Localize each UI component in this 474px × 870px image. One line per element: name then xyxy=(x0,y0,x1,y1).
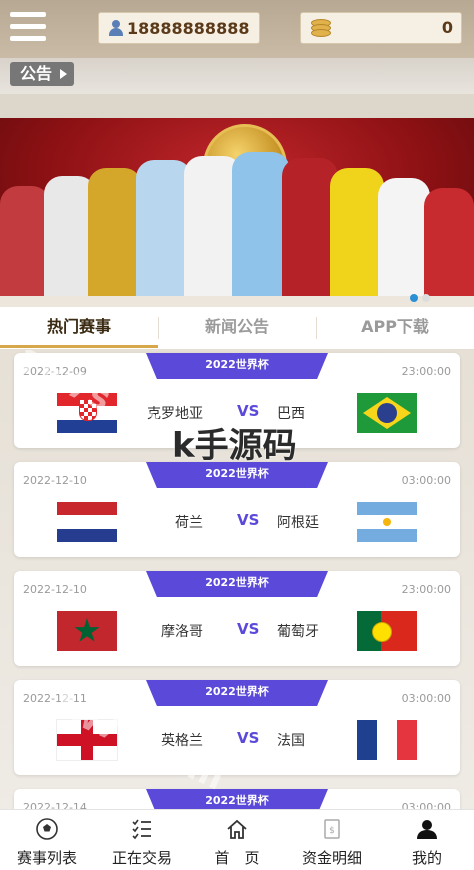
banner-player-image xyxy=(424,188,474,296)
balance-box[interactable]: 0 xyxy=(300,12,462,44)
banner-player-image xyxy=(378,178,430,296)
league-badge: 2022世界杯 xyxy=(146,789,328,809)
user-icon xyxy=(109,20,123,36)
vs-label: VS xyxy=(237,729,260,747)
menu-icon[interactable] xyxy=(10,12,46,42)
france-flag-icon xyxy=(357,720,417,760)
match-card[interactable]: 2022世界杯 2022-12-14 03:00:00 xyxy=(14,789,460,809)
morocco-flag-icon xyxy=(57,611,117,651)
away-team: 葡萄牙 xyxy=(277,624,319,640)
list-check-icon xyxy=(132,819,151,840)
notice-marquee xyxy=(0,94,474,118)
nav-label: 首 页 xyxy=(214,849,260,867)
match-time: 23:00:00 xyxy=(401,583,451,596)
tab-news[interactable]: 新闻公告 xyxy=(158,307,316,347)
league-badge: 2022世界杯 xyxy=(146,571,328,597)
notice-bar: 公告 xyxy=(0,58,474,94)
nav-trading[interactable]: 正在交易 xyxy=(95,810,189,870)
netherlands-flag-icon xyxy=(57,502,117,542)
league-badge: 2022世界杯 xyxy=(146,353,328,379)
argentina-flag-icon xyxy=(357,502,417,542)
brazil-flag-icon xyxy=(357,393,417,433)
vs-label: VS xyxy=(237,511,260,529)
match-date: 2022-12-14 xyxy=(23,801,87,809)
match-card[interactable]: 2022世界杯 2022-12-10 23:00:00 摩洛哥 VS 葡萄牙 xyxy=(14,571,460,666)
carousel-indicator[interactable] xyxy=(410,287,434,306)
banner-player-image xyxy=(88,168,142,296)
match-time: 03:00:00 xyxy=(401,692,451,705)
balance-value: 0 xyxy=(441,18,453,37)
home-team: 荷兰 xyxy=(175,515,203,531)
nav-label: 正在交易 xyxy=(111,849,172,867)
nav-mine[interactable]: 我的 xyxy=(380,810,474,870)
tab-bar: 热门赛事 新闻公告 APP下载 xyxy=(0,307,474,350)
nav-home[interactable]: 首 页 xyxy=(190,810,284,870)
tab-app-download[interactable]: APP下载 xyxy=(316,307,474,347)
nav-fund-details[interactable]: $ 资金明细 xyxy=(285,810,379,870)
bottom-nav: 赛事列表 正在交易 首 页 $ 资金明细 我的 xyxy=(0,809,474,870)
home-icon xyxy=(227,819,247,839)
match-time: 03:00:00 xyxy=(401,801,451,809)
svg-text:$: $ xyxy=(329,826,335,836)
banner-carousel[interactable] xyxy=(0,118,474,296)
watermark-text: k手源码 xyxy=(172,426,297,466)
league-badge: 2022世界杯 xyxy=(146,680,328,706)
money-doc-icon: $ xyxy=(324,819,340,839)
match-date: 2022-12-10 xyxy=(23,474,87,487)
vs-label: VS xyxy=(237,620,260,638)
tab-hot-matches[interactable]: 热门赛事 xyxy=(0,307,158,348)
banner-player-image xyxy=(330,168,384,296)
coin-stack-icon xyxy=(311,19,331,37)
portugal-flag-icon xyxy=(357,611,417,651)
nav-match-list[interactable]: 赛事列表 xyxy=(0,810,94,870)
home-team: 摩洛哥 xyxy=(161,624,203,640)
away-team: 阿根廷 xyxy=(277,515,319,531)
nav-label: 我的 xyxy=(411,849,442,867)
notice-button[interactable]: 公告 xyxy=(10,62,75,86)
match-date: 2022-12-10 xyxy=(23,583,87,596)
user-account-box[interactable]: 18888888888 xyxy=(98,12,260,44)
match-card[interactable]: 2022世界杯 2022-12-10 03:00:00 荷兰 VS 阿根廷 xyxy=(14,462,460,557)
match-time: 23:00:00 xyxy=(401,365,451,378)
soccer-ball-icon xyxy=(36,818,58,840)
top-bar: 18888888888 0 xyxy=(0,0,474,58)
match-time: 03:00:00 xyxy=(401,474,451,487)
banner-player-image xyxy=(0,186,50,296)
away-team: 法国 xyxy=(277,733,305,749)
user-phone: 18888888888 xyxy=(127,18,250,38)
nav-label: 资金明细 xyxy=(301,849,362,867)
user-icon xyxy=(417,820,437,839)
nav-label: 赛事列表 xyxy=(16,849,77,867)
